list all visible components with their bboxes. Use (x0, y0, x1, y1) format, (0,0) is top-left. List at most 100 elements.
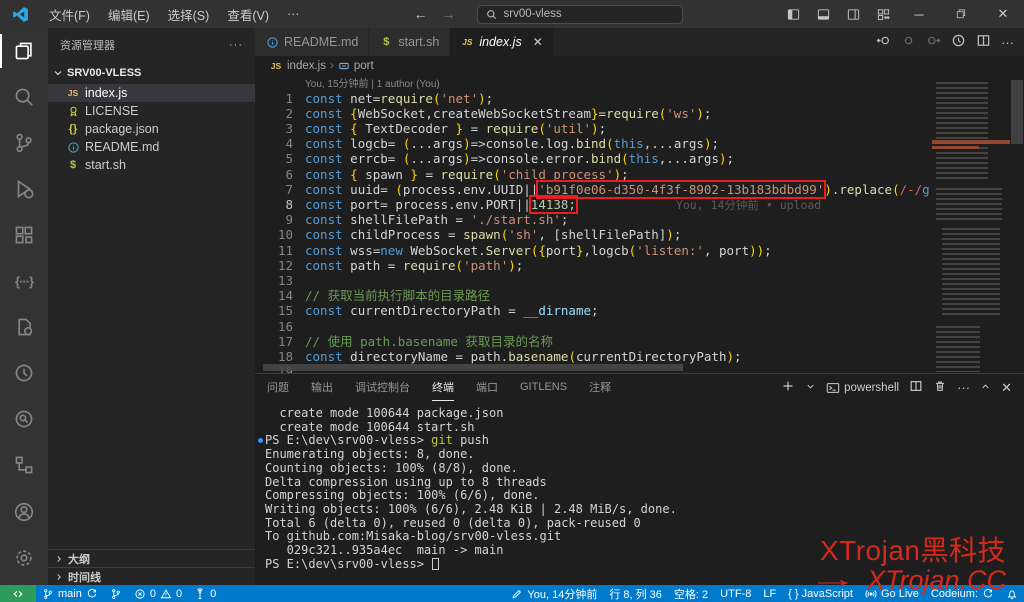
panel-tab-注释[interactable]: 注释 (589, 374, 611, 401)
close-panel-icon[interactable]: ✕ (1001, 380, 1012, 396)
file-item-package-json[interactable]: {}package.json (48, 120, 255, 138)
toggle-sidebar-icon[interactable] (778, 0, 808, 28)
command-center-search[interactable]: srv00-vless (477, 5, 683, 24)
problems-item[interactable]: 00 (128, 585, 188, 602)
menu-item[interactable]: 文件(F) (40, 2, 99, 27)
search-icon[interactable] (0, 74, 48, 120)
menu-item[interactable]: 查看(V) (218, 2, 278, 27)
hierarchy-icon[interactable] (0, 442, 48, 488)
encoding[interactable]: UTF-8 (714, 585, 757, 602)
bottom-panel: 问题输出调试控制台终端端口 GITLENS 注释 powershell ··· ✕ (255, 373, 1024, 585)
prev-change-icon[interactable] (876, 33, 891, 51)
code-line-4: 4const logcb= (...args)=>console.log.bin… (255, 136, 1024, 151)
menu-item[interactable]: 选择(S) (159, 2, 219, 27)
activity-bar: {···} (0, 28, 48, 585)
codeium[interactable]: Codeium: (925, 585, 1000, 602)
file-item-license[interactable]: LICENSE (48, 102, 255, 120)
terminal-dropdown-icon[interactable] (805, 380, 816, 395)
file-item-start-sh[interactable]: $start.sh (48, 156, 255, 174)
file-settings-icon[interactable] (0, 304, 48, 350)
menu-item[interactable]: ··· (278, 4, 309, 24)
tab-index-js[interactable]: JSindex.js✕ (450, 28, 553, 56)
panel-tab-输出[interactable]: 输出 (311, 374, 333, 401)
panel-tab-终端[interactable]: 终端 (432, 374, 454, 401)
minimap[interactable] (932, 76, 1010, 373)
file-item-readme-md[interactable]: README.md (48, 138, 255, 156)
gitlens-inspect-icon[interactable] (0, 396, 48, 442)
panel-tab-端口[interactable]: 端口 (476, 374, 498, 401)
maximize-panel-icon[interactable] (980, 380, 991, 395)
indentation[interactable]: 空格: 2 (668, 585, 714, 602)
tab-readme-md[interactable]: README.md (255, 28, 369, 56)
terminal-instance[interactable]: powershell (826, 381, 899, 395)
minimize-button[interactable]: ─ (898, 0, 940, 28)
split-terminal-icon[interactable] (909, 379, 923, 396)
next-change-icon[interactable] (926, 33, 941, 51)
breadcrumb-symbol[interactable]: port (354, 60, 374, 72)
code-editor[interactable]: You, 15分钟前 | 1 author (You) 1const net=r… (255, 76, 1024, 373)
remote-icon (12, 588, 24, 600)
code-line-2: 2const {WebSocket,createWebSocketStream}… (255, 106, 1024, 121)
folder-section-header[interactable]: SRV00-VLESS (48, 62, 255, 84)
line-number: 4 (255, 136, 293, 151)
gitlens-item[interactable] (104, 585, 128, 602)
close-tab-icon[interactable]: ✕ (533, 35, 543, 49)
sidebar-section-时间线[interactable]: 时间线 (48, 567, 255, 585)
customize-layout-icon[interactable] (868, 0, 898, 28)
terminal-output[interactable]: create mode 100644 package.json create m… (255, 401, 1024, 585)
toggle-panel-icon[interactable] (808, 0, 838, 28)
tab-start-sh[interactable]: $start.sh (369, 28, 450, 56)
settings-gear-icon[interactable] (0, 535, 48, 581)
source-control-icon[interactable] (0, 120, 48, 166)
codelens-authors[interactable]: You, 15分钟前 | 1 author (You) (305, 78, 1024, 91)
account-icon[interactable] (0, 489, 48, 535)
ports-item[interactable]: 0 (188, 585, 222, 602)
nav-back-icon[interactable]: ← (413, 6, 427, 22)
sidebar-section-大纲[interactable]: 大纲 (48, 549, 255, 567)
file-item-index-js[interactable]: JSindex.js (48, 84, 255, 102)
line-number: 17 (255, 334, 293, 349)
code-line-10: 10const childProcess = spawn('sh', [shel… (255, 227, 1024, 242)
cursor-position[interactable]: 行 8, 列 36 (603, 585, 668, 602)
code-line-17: 17// 使用 path.basename 获取目录的名称 (255, 334, 1024, 349)
line-number: 8 (255, 197, 293, 212)
extensions-icon[interactable] (0, 212, 48, 258)
nav-forward-icon[interactable]: → (441, 6, 455, 22)
explorer-more-actions-icon[interactable]: ··· (229, 39, 243, 51)
panel-more-actions-icon[interactable]: ··· (957, 380, 970, 395)
panel-header: 问题输出调试控制台终端端口 GITLENS 注释 powershell ··· ✕ (255, 374, 1024, 401)
notifications-bell[interactable] (1000, 585, 1024, 602)
panel-tab-调试控制台[interactable]: 调试控制台 (355, 374, 410, 401)
panel-tab-问题[interactable]: 问题 (267, 374, 289, 401)
pencil-icon (511, 588, 523, 600)
gitlens-icon[interactable] (0, 350, 48, 396)
restore-button[interactable] (940, 0, 982, 28)
branch-item[interactable]: main (36, 585, 104, 602)
close-button[interactable]: ✕ (982, 0, 1024, 28)
remote-indicator[interactable] (0, 585, 36, 602)
split-editor-icon[interactable] (976, 33, 991, 51)
kill-terminal-icon[interactable] (933, 379, 947, 396)
menu-item[interactable]: 编辑(E) (99, 2, 159, 27)
terminal-line: Total 6 (delta 0), reused 0 (delta 0), p… (265, 517, 1024, 531)
toggle-secondary-sidebar-icon[interactable] (838, 0, 868, 28)
breadcrumb-file[interactable]: index.js (287, 60, 326, 72)
editor-more-actions-icon[interactable]: ··· (1001, 35, 1014, 50)
gitlens-timeline-icon[interactable] (951, 33, 966, 51)
horizontal-scrollbar[interactable] (263, 364, 683, 371)
explorer-icon[interactable] (0, 28, 48, 74)
language-mode[interactable]: { } JavaScript (782, 585, 859, 602)
panel-tab-GITLENS[interactable]: GITLENS (520, 374, 567, 401)
code-line-11: 11const wss=new WebSocket.Server({port},… (255, 243, 1024, 258)
line-number: 6 (255, 167, 293, 182)
vertical-scrollbar[interactable] (1010, 76, 1024, 373)
new-terminal-icon[interactable] (781, 379, 795, 396)
rest-braces-icon[interactable]: {···} (0, 258, 48, 304)
go-live[interactable]: Go Live (859, 585, 925, 602)
run-debug-icon[interactable] (0, 166, 48, 212)
terminal-line: Writing objects: 100% (6/6), 2.48 KiB | … (265, 503, 1024, 517)
breadcrumb[interactable]: JS index.js › port (255, 56, 1024, 76)
eol[interactable]: LF (757, 585, 782, 602)
blame-item[interactable]: You, 14分钟前 (505, 585, 603, 602)
open-change-icon[interactable] (901, 33, 916, 51)
